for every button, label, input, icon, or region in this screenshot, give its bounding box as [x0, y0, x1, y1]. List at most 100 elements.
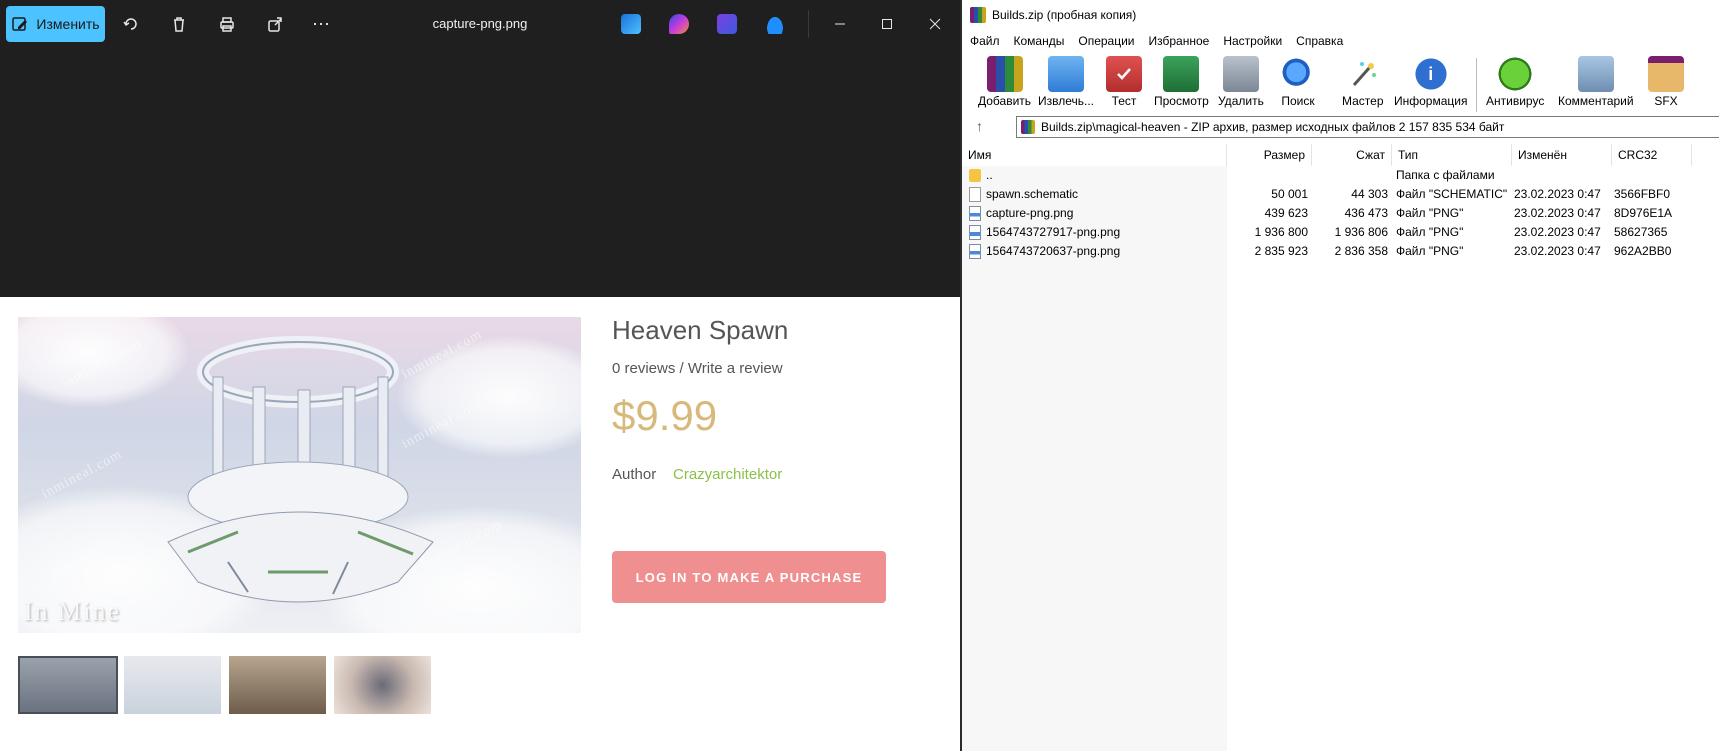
column-header-type[interactable]: Тип [1392, 144, 1512, 166]
menu-bar: Файл Команды Операции Избранное Настройк… [962, 30, 1719, 52]
cell-type: Файл "PNG" [1396, 206, 1464, 220]
cell-type: Файл "PNG" [1396, 244, 1464, 258]
add-button[interactable]: Добавить [978, 56, 1031, 108]
archive-icon [1021, 120, 1035, 134]
archive-path-field[interactable]: Builds.zip\magical-heaven - ZIP архив, р… [1016, 116, 1719, 138]
window-title: Builds.zip (пробная копия) [992, 8, 1137, 22]
designer-app-icon[interactable] [669, 14, 689, 34]
column-header-crc[interactable]: CRC32 [1612, 144, 1692, 166]
list-header: Имя Размер Сжат Тип Изменён CRC32 [962, 144, 1719, 166]
edit-button[interactable]: Изменить [6, 6, 105, 42]
wizard-button[interactable]: Мастер [1342, 56, 1384, 108]
column-header-packed[interactable]: Сжат [1312, 144, 1392, 166]
comment-bubble-icon [1577, 56, 1614, 92]
column-header-modified[interactable]: Изменён [1512, 144, 1612, 166]
table-row[interactable]: 1564743727917-png.png 1 936 800 1 936 806 Ф… [962, 223, 1719, 242]
up-folder-icon[interactable]: ↑ [976, 118, 983, 134]
cell-size: 2 835 923 [1254, 244, 1308, 258]
folder-icon [969, 169, 981, 182]
test-clipboard-icon [1106, 56, 1142, 92]
find-button[interactable]: Поиск [1280, 56, 1316, 108]
onedrive-cloud-icon[interactable] [765, 14, 785, 34]
maximize-icon[interactable] [875, 12, 899, 36]
archive-path-text: Builds.zip\magical-heaven - ZIP архив, р… [1041, 120, 1505, 134]
table-row[interactable]: capture-png.png 439 623 436 473 Файл "PNG" 2… [962, 204, 1719, 223]
menu-file[interactable]: Файл [970, 34, 1000, 48]
comment-label: Комментарий [1558, 94, 1634, 108]
menu-help[interactable]: Справка [1296, 34, 1343, 48]
thumbnail-image [334, 656, 431, 714]
sfx-label: SFX [1654, 94, 1678, 108]
toolbar-divider [808, 10, 809, 38]
file-list: Имя Размер Сжат Тип Изменён CRC32 .. Папк… [962, 144, 1719, 751]
column-header-name[interactable]: Имя [962, 144, 1227, 166]
sfx-button[interactable]: SFX [1648, 56, 1684, 108]
photo-editor-app-icon[interactable] [621, 14, 641, 34]
minimize-icon[interactable] [828, 12, 852, 36]
wizard-label: Мастер [1342, 94, 1384, 108]
cell-crc: 8D976E1A [1614, 206, 1673, 220]
author-label: Author [612, 466, 657, 483]
author-name: Crazyarchitektor [673, 466, 783, 483]
file-title: capture-png.png [432, 16, 528, 31]
cell-name: capture-png.png [986, 206, 1074, 220]
product-reviews-link: 0 reviews / Write a review [612, 360, 783, 377]
cell-modified: 23.02.2023 0:47 [1514, 187, 1601, 201]
in-mine-logo: In Mine [24, 597, 122, 626]
product-main-image: inmineal.com inmineal.com inmineal.com i… [18, 317, 581, 633]
table-row[interactable]: 1564743720637-png.png 2 835 923 2 836 358 Ф… [962, 242, 1719, 261]
menu-commands[interactable]: Команды [1014, 34, 1065, 48]
winrar-window: Builds.zip (пробная копия) Файл Команды … [960, 0, 1719, 751]
image-file-icon [969, 225, 981, 240]
cell-crc: 58627365 [1614, 225, 1668, 239]
edit-image-icon [12, 17, 28, 31]
magic-wand-icon [1345, 56, 1381, 92]
antivirus-button[interactable]: Антивирус [1486, 56, 1544, 108]
sfx-box-icon [1648, 56, 1684, 92]
more-options-icon[interactable]: ⋯ [311, 14, 331, 34]
table-row[interactable]: spawn.schematic 50 001 44 303 Файл "SCHEMAT… [962, 185, 1719, 204]
cell-modified: 23.02.2023 0:47 [1514, 244, 1601, 258]
cell-modified: 23.02.2023 0:47 [1514, 206, 1601, 220]
table-row[interactable]: .. Папка с файлами [962, 166, 1719, 185]
antivirus-bug-icon [1497, 56, 1534, 92]
print-icon[interactable] [217, 14, 237, 34]
cell-crc: 3566FBF0 [1614, 187, 1671, 201]
view-button[interactable]: Просмотр [1154, 56, 1209, 108]
test-button[interactable]: Тест [1106, 56, 1142, 108]
column-header-size[interactable]: Размер [1227, 144, 1312, 166]
share-icon[interactable] [265, 14, 285, 34]
info-button[interactable]: i Информация [1394, 56, 1467, 108]
extract-button[interactable]: Извлечь... [1038, 56, 1094, 108]
thumbnail-image [124, 656, 221, 714]
delete-button[interactable]: Удалить [1218, 56, 1264, 108]
info-label: Информация [1394, 94, 1468, 108]
cell-packed: 44 303 [1351, 187, 1388, 201]
cell-packed: 2 836 358 [1334, 244, 1388, 258]
add-archive-icon [986, 56, 1023, 92]
trash-icon [1222, 56, 1259, 92]
menu-settings[interactable]: Настройки [1223, 34, 1282, 48]
cell-type: Файл "SCHEMATIC" [1396, 187, 1508, 201]
info-icon: i [1412, 56, 1449, 92]
cell-size: 439 623 [1264, 206, 1308, 220]
cell-type: Папка с файлами [1396, 168, 1495, 182]
extract-label: Извлечь... [1038, 94, 1095, 108]
test-label: Тест [1111, 94, 1137, 108]
delete-label: Удалить [1218, 94, 1264, 108]
product-price: $9.99 [612, 392, 718, 439]
menu-operations[interactable]: Операции [1078, 34, 1134, 48]
winrar-titlebar: Builds.zip (пробная копия) [962, 0, 1719, 30]
product-title: Heaven Spawn [612, 315, 789, 345]
login-to-purchase-button: LOG IN TO MAKE A PURCHASE [612, 551, 886, 603]
rotate-icon[interactable] [121, 14, 141, 34]
delete-icon[interactable] [169, 14, 189, 34]
view-label: Просмотр [1154, 94, 1209, 108]
cell-name: 1564743720637-png.png [986, 244, 1121, 258]
comment-button[interactable]: Комментарий [1558, 56, 1634, 108]
cell-packed: 1 936 806 [1334, 225, 1388, 239]
close-icon[interactable] [923, 12, 947, 36]
menu-favorites[interactable]: Избранное [1149, 34, 1210, 48]
clipchamp-app-icon[interactable] [717, 14, 737, 34]
thumbnail-image [18, 656, 118, 714]
